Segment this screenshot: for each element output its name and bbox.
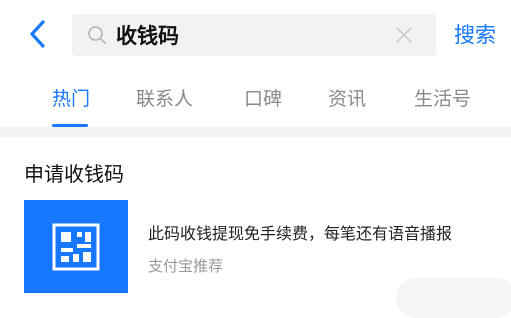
result-description[interactable]: 此码收钱提现免手续费，每笔还有语音播报	[148, 223, 452, 245]
tab-news[interactable]: 资讯	[328, 86, 366, 112]
tab-bar: 热门 联系人 口碑 资讯 生活号	[0, 70, 511, 126]
result-source: 支付宝推荐	[148, 257, 224, 275]
back-button[interactable]	[22, 14, 52, 54]
search-icon	[86, 24, 108, 46]
search-input[interactable]: 收钱码	[72, 14, 436, 56]
search-bar: 收钱码 搜索	[0, 0, 511, 70]
search-button[interactable]: 搜索	[454, 20, 496, 50]
qr-code-icon	[52, 223, 100, 270]
tab-hot[interactable]: 热门	[52, 86, 90, 112]
tab-life-accounts[interactable]: 生活号	[414, 86, 471, 112]
clear-icon[interactable]	[394, 25, 414, 45]
section-title: 申请收钱码	[24, 162, 124, 186]
search-query: 收钱码	[116, 24, 179, 48]
floating-overlay	[396, 278, 511, 318]
section-divider	[0, 127, 511, 137]
chevron-left-icon	[30, 20, 45, 48]
result-item[interactable]	[24, 200, 128, 293]
tab-koubei[interactable]: 口碑	[244, 86, 282, 112]
tab-contacts[interactable]: 联系人	[136, 86, 193, 112]
